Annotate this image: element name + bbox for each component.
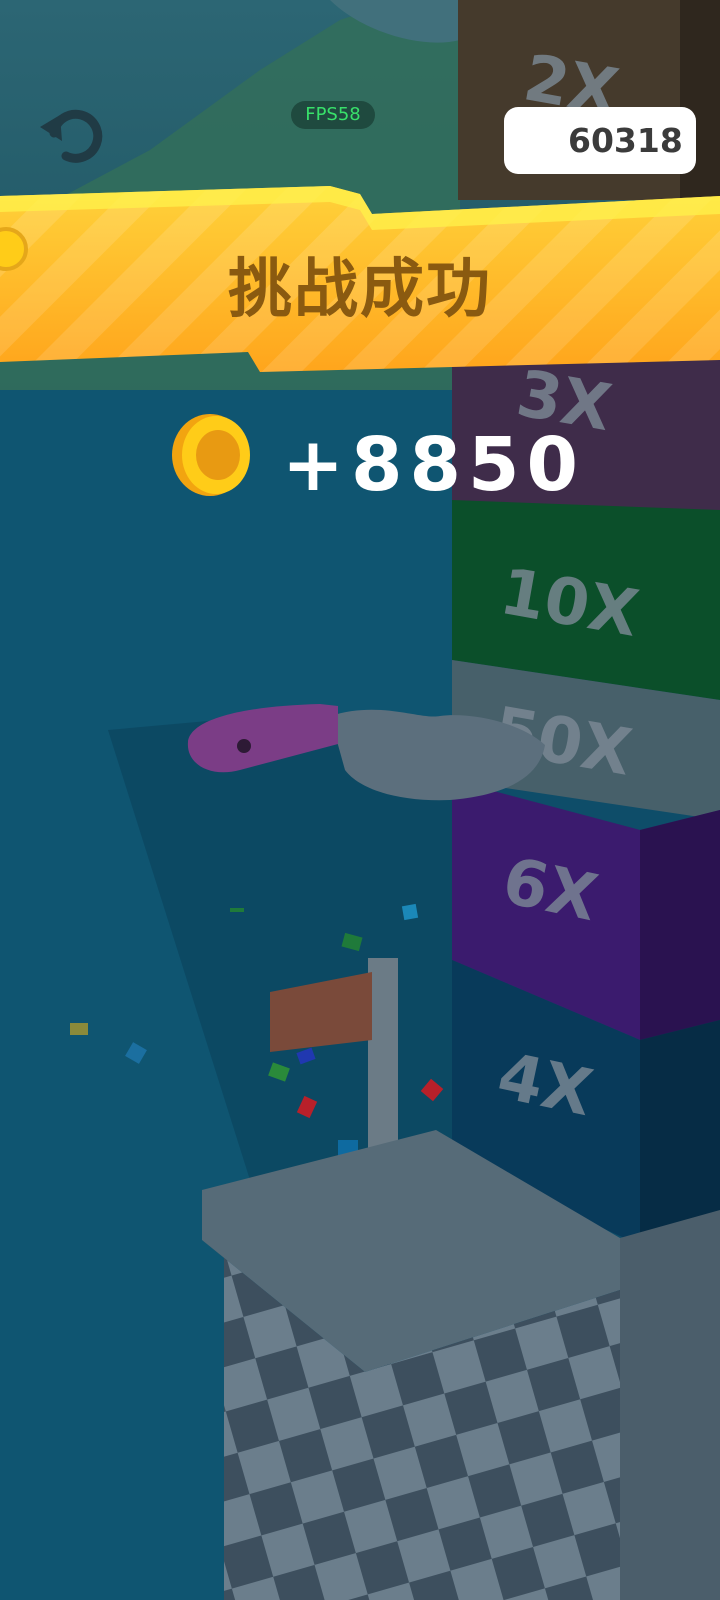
restart-button[interactable] (36, 103, 106, 165)
reward-amount: +8850 (282, 422, 585, 508)
knife-rivet (237, 739, 251, 753)
coin-balance: 60318 (568, 121, 683, 160)
reward-coin-icon (172, 414, 250, 496)
target-pole (368, 958, 398, 1148)
tower-block-4x-side (640, 1020, 720, 1245)
tower-block-6x-side (640, 810, 720, 1040)
pedestal-side (620, 1210, 720, 1600)
restart-icon (40, 109, 103, 163)
game-scene: 2X 3X 10X 50X 6X 4X (0, 0, 720, 1600)
result-title: 挑战成功 (228, 253, 492, 327)
fps-counter: FPS58 (291, 101, 375, 129)
